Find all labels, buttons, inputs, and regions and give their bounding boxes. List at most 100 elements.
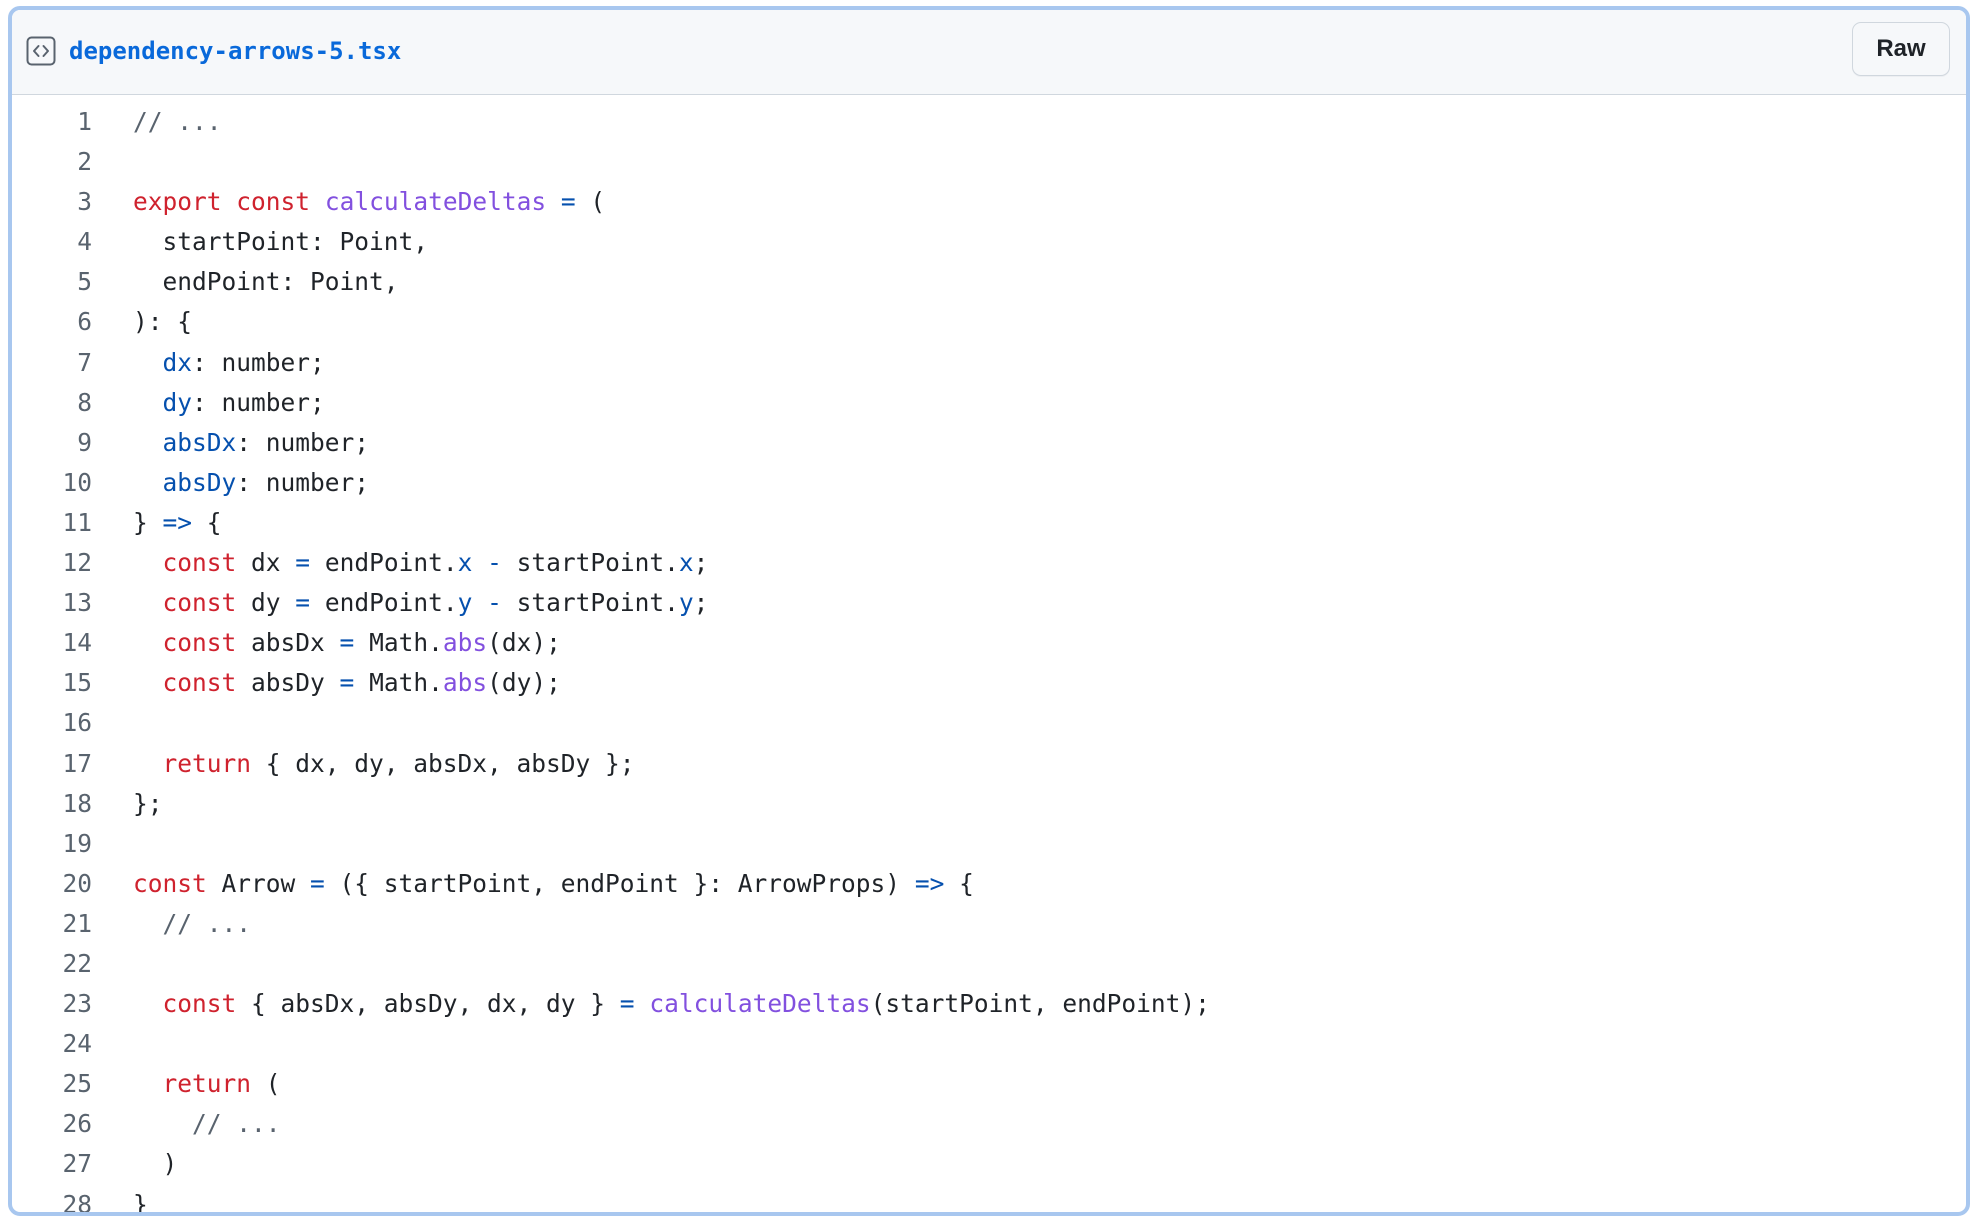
- code-line: 6 ): {: [12, 302, 1966, 342]
- code-token-operator: =: [295, 548, 311, 578]
- code-token-function: calculateDeltas: [649, 989, 871, 1019]
- code-token-plain: Math.: [354, 628, 443, 658]
- line-number[interactable]: 4: [12, 222, 92, 262]
- line-number[interactable]: 16: [12, 703, 92, 743]
- line-number[interactable]: 14: [12, 623, 92, 663]
- code-line: 2: [12, 142, 1966, 182]
- line-content: };: [133, 784, 1966, 824]
- code-token-plain: { dx, dy, absDx, absDy };: [251, 748, 635, 778]
- code-token-comment: // ...: [133, 107, 222, 136]
- line-number[interactable]: 20: [12, 864, 92, 904]
- line-number[interactable]: 22: [12, 944, 92, 984]
- line-content: export const calculateDeltas = (: [133, 182, 1966, 222]
- line-number[interactable]: 21: [12, 904, 92, 944]
- code-token-plain: : number;: [192, 387, 325, 417]
- code-line: 7 dx: number;: [12, 343, 1966, 383]
- code-line: 12 const dx = endPoint.x - startPoint.x;: [12, 543, 1966, 583]
- code-token-keyword: const: [162, 588, 237, 618]
- line-content: endPoint: Point,: [133, 262, 1966, 302]
- code-token-plain: ;: [693, 548, 709, 578]
- code-token-operator: =: [339, 668, 355, 698]
- code-token-property: dy: [162, 387, 193, 417]
- code-token-property: x: [457, 548, 473, 578]
- code-token-plain: Arrow: [206, 868, 311, 898]
- code-line: 4 startPoint: Point,: [12, 222, 1966, 262]
- code-token-operator: =: [310, 868, 325, 898]
- line-number[interactable]: 28: [12, 1185, 92, 1212]
- line-number[interactable]: 3: [12, 182, 92, 222]
- code-line: 24: [12, 1024, 1966, 1064]
- line-content: } => {: [133, 503, 1966, 543]
- line-content: const dx = endPoint.x - startPoint.x;: [133, 543, 1966, 583]
- code-line: 18};: [12, 784, 1966, 824]
- code-line: 27 ): [12, 1144, 1966, 1184]
- code-token-plain: {: [944, 868, 974, 898]
- line-number[interactable]: 24: [12, 1024, 92, 1064]
- line-number[interactable]: 25: [12, 1064, 92, 1104]
- code-token-property: absDx: [162, 427, 237, 457]
- line-number[interactable]: 9: [12, 423, 92, 463]
- line-number[interactable]: 15: [12, 663, 92, 703]
- line-number[interactable]: 27: [12, 1144, 92, 1184]
- code-line: 10 absDy: number;: [12, 463, 1966, 503]
- line-number[interactable]: 7: [12, 343, 92, 383]
- code-token-property: y: [457, 588, 473, 618]
- code-token-plain: endPoint.: [310, 588, 458, 618]
- code-token-plain: (startPoint, endPoint);: [870, 989, 1210, 1019]
- file-name-link[interactable]: dependency-arrows-5.tsx: [69, 32, 401, 70]
- code-token-plain: ;: [693, 588, 709, 618]
- code-token-keyword: export: [133, 187, 222, 217]
- code-token-keyword: const: [162, 668, 237, 698]
- line-content: // ...: [133, 102, 1966, 142]
- line-number[interactable]: 17: [12, 744, 92, 784]
- line-content: ): {: [133, 302, 1966, 342]
- raw-button[interactable]: Raw: [1852, 22, 1950, 76]
- code-token-keyword: return: [162, 1069, 252, 1099]
- code-token-plain: };: [133, 788, 163, 818]
- line-number[interactable]: 8: [12, 383, 92, 423]
- code-token-operator: -: [487, 588, 502, 618]
- code-token-plain: (dy);: [487, 668, 561, 698]
- code-line: 3 export const calculateDeltas = (: [12, 182, 1966, 222]
- code-token-plain: ({ startPoint, endPoint }: ArrowProps): [324, 868, 915, 898]
- code-token-keyword: const: [162, 628, 237, 658]
- code-token-operator: =>: [162, 507, 193, 537]
- line-number[interactable]: 12: [12, 543, 92, 583]
- line-number[interactable]: 10: [12, 463, 92, 503]
- code-token-keyword: const: [236, 187, 311, 217]
- line-content: const { absDx, absDy, dx, dy } = calcula…: [133, 984, 1966, 1024]
- code-line: 1 // ...: [12, 102, 1966, 142]
- code-line: 9 absDx: number;: [12, 423, 1966, 463]
- code-token-plain: }: [133, 1189, 148, 1216]
- code-token-plain: ): [133, 1149, 178, 1179]
- code-file-icon: [26, 36, 56, 66]
- code-token-plain: Math.: [354, 668, 443, 698]
- code-token-keyword: const: [162, 989, 237, 1019]
- line-content: return (: [133, 1064, 1966, 1104]
- line-content: }: [133, 1185, 1966, 1216]
- line-number[interactable]: 23: [12, 984, 92, 1024]
- line-number[interactable]: 6: [12, 302, 92, 342]
- line-number[interactable]: 26: [12, 1104, 92, 1144]
- line-content: // ...: [133, 1104, 1966, 1144]
- line-number[interactable]: 5: [12, 262, 92, 302]
- line-number[interactable]: 19: [12, 824, 92, 864]
- line-number[interactable]: 18: [12, 784, 92, 824]
- code-token-plain: (dx);: [487, 628, 561, 658]
- code-token-property: dx: [162, 347, 193, 377]
- line-number[interactable]: 1: [12, 102, 92, 142]
- line-number[interactable]: 13: [12, 583, 92, 623]
- code-line: 5 endPoint: Point,: [12, 262, 1966, 302]
- line-number[interactable]: 2: [12, 142, 92, 182]
- line-number[interactable]: 11: [12, 503, 92, 543]
- code-line: 11 } => {: [12, 503, 1966, 543]
